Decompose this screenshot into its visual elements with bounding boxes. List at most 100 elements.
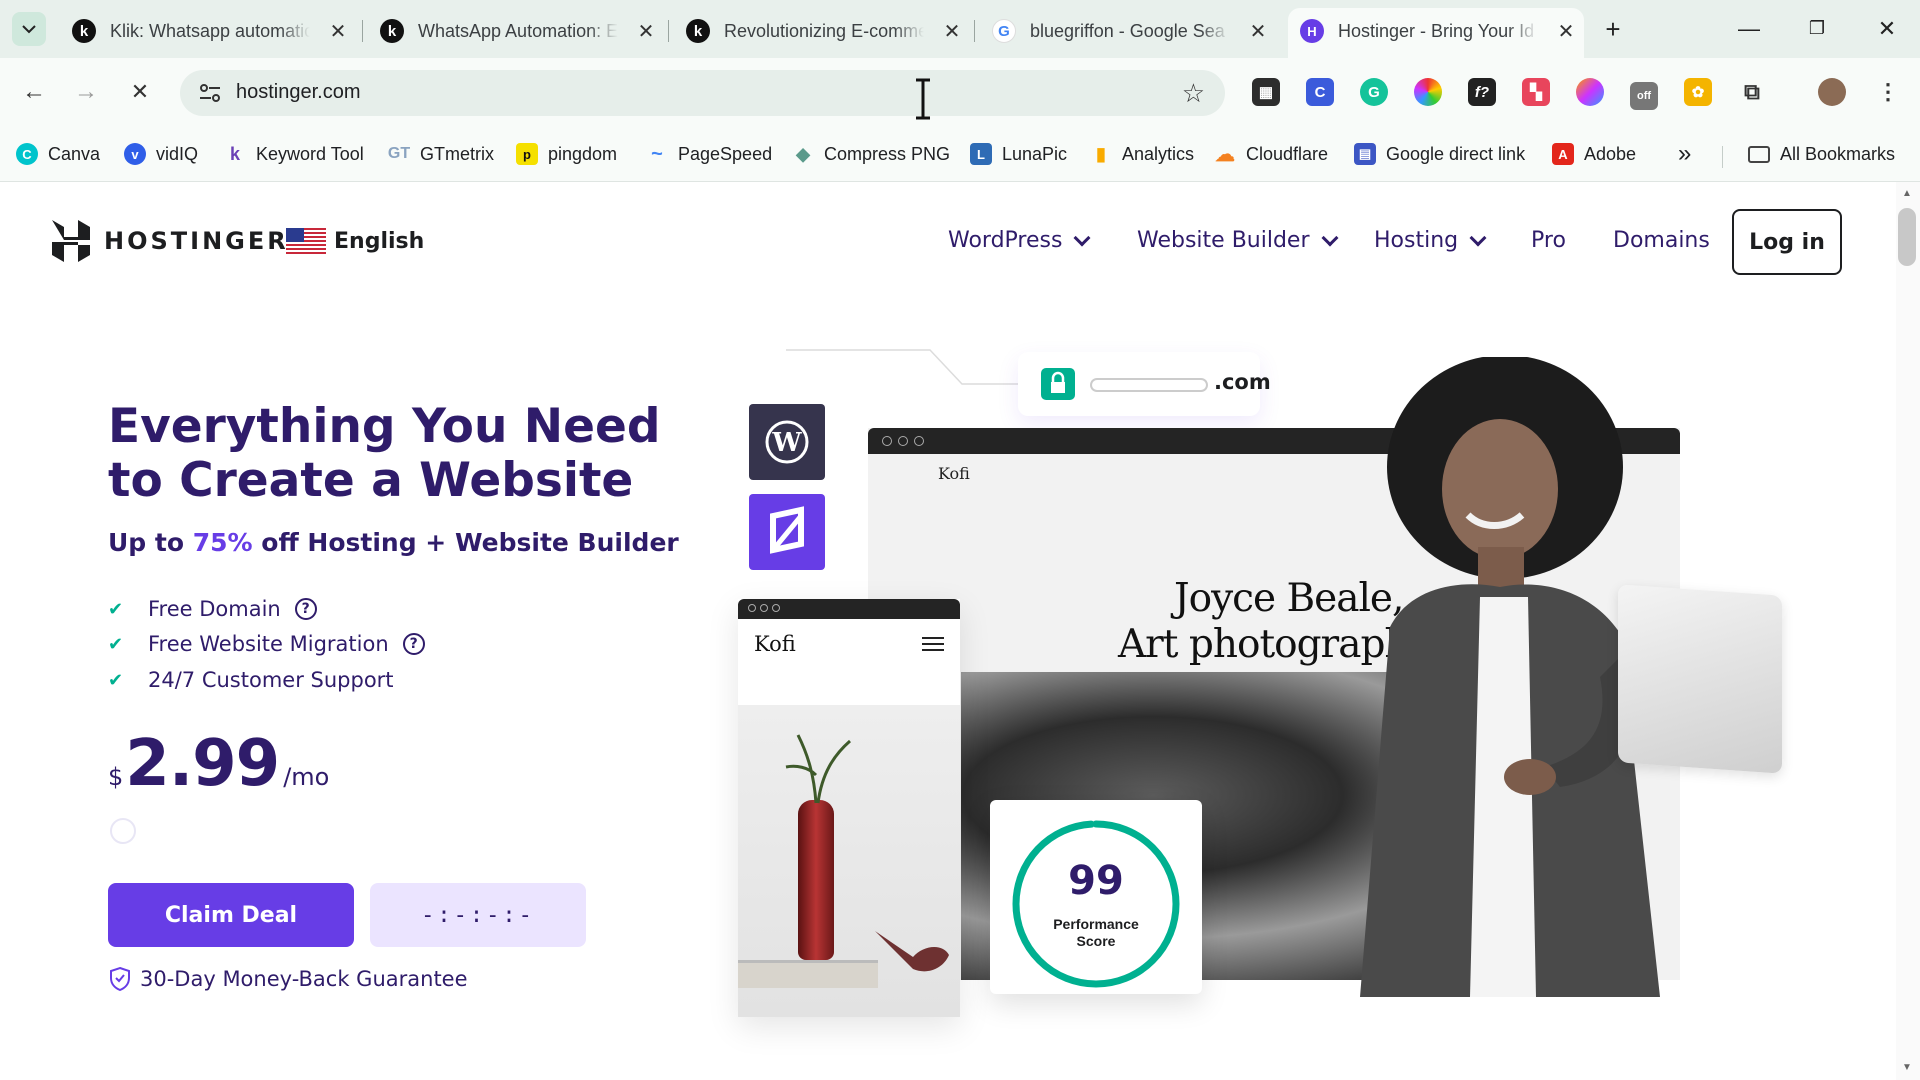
extension-off-icon[interactable]: off (1630, 82, 1658, 110)
help-icon[interactable]: ? (294, 598, 317, 620)
close-icon[interactable]: ✕ (1556, 19, 1576, 44)
bookmark-vidiq[interactable]: v vidIQ (124, 140, 198, 168)
tab-title: WhatsApp Automation: E (418, 20, 618, 41)
grammarly-icon[interactable]: G (1360, 78, 1388, 106)
cloudflare-icon: ☁ (1215, 143, 1235, 166)
restore-button[interactable]: ❐ (1802, 18, 1832, 39)
bookmark-label: Compress PNG (824, 143, 951, 164)
help-icon[interactable]: ? (402, 633, 425, 655)
bookmark-adobe[interactable]: A Adobe (1552, 140, 1636, 168)
nav-website-builder[interactable]: Website Builder (1137, 228, 1338, 253)
pingdom-icon: p (516, 143, 538, 165)
extension-icon[interactable]: ▦ (1252, 78, 1280, 106)
bookmark-google-direct-link[interactable]: ▤ Google direct link (1354, 140, 1525, 168)
bookmark-gtmetrix[interactable]: GT GTmetrix (388, 140, 494, 168)
nav-hosting[interactable]: Hosting (1374, 228, 1487, 253)
bookmark-keyword-tool[interactable]: k Keyword Tool (224, 140, 364, 168)
canva-icon: C (16, 143, 38, 165)
close-icon[interactable]: ✕ (1248, 19, 1268, 44)
tab-title: Revolutionizing E-comme (724, 20, 924, 41)
wordpress-logo-icon: W (749, 404, 825, 480)
mockup-brand: Kofi (754, 632, 796, 656)
font-finder-icon[interactable]: f? (1468, 78, 1496, 106)
extension-icon[interactable]: ▚ (1522, 78, 1550, 106)
browser-menu-icon[interactable]: ⋮ (1874, 78, 1902, 106)
bookmark-pagespeed[interactable]: ~ PageSpeed (646, 140, 772, 168)
extension-icon[interactable]: ✿ (1684, 78, 1712, 106)
nav-label: WordPress (948, 228, 1063, 253)
nav-label: Hosting (1374, 228, 1459, 253)
page-scrollbar[interactable]: ▲ ▼ (1896, 182, 1920, 1080)
nav-label: Domains (1613, 228, 1710, 253)
bookmark-cloudflare[interactable]: ☁ Cloudflare (1214, 140, 1328, 168)
mockup-brand: Kofi (938, 464, 970, 483)
loading-spinner-icon (110, 818, 136, 844)
klik-favicon-icon: k (686, 19, 710, 43)
scrollbar-thumb[interactable] (1898, 208, 1916, 266)
minimize-button[interactable]: — (1734, 16, 1764, 42)
tab-3[interactable]: k Revolutionizing E-comme ✕ (686, 12, 962, 50)
hostinger-logo-icon (52, 220, 90, 262)
chevron-down-icon (22, 25, 36, 34)
color-picker-icon[interactable] (1414, 78, 1442, 106)
new-tab-button[interactable]: + (1598, 14, 1628, 45)
subtitle-text: off Hosting + Website Builder (252, 528, 679, 557)
domain-tld: .com (1214, 370, 1271, 394)
bookmark-label: Adobe (1584, 143, 1637, 164)
profile-avatar[interactable] (1818, 78, 1846, 106)
site-info-icon[interactable] (198, 82, 222, 104)
bookmark-star-icon[interactable]: ☆ (1182, 78, 1205, 109)
login-button[interactable]: Log in (1732, 209, 1842, 275)
performance-label: Performance Score (1053, 916, 1139, 949)
price-amount: 2.99 (125, 727, 280, 801)
adobe-icon: A (1552, 143, 1574, 165)
nav-pro[interactable]: Pro (1531, 228, 1566, 253)
feature-item: ✔ Free Domain ? (108, 597, 317, 621)
tab-5-active[interactable]: H Hostinger - Bring Your Id ✕ (1300, 12, 1576, 50)
bookmark-pingdom[interactable]: p pingdom (516, 140, 617, 168)
close-window-button[interactable]: ✕ (1872, 16, 1902, 42)
language-selector[interactable]: English (286, 228, 424, 254)
check-icon: ✔ (108, 669, 124, 691)
feature-item: ✔ 24/7 Customer Support (108, 668, 394, 692)
google-direct-link-icon: ▤ (1354, 143, 1376, 165)
countdown-timer: -:-:-:- (370, 883, 586, 947)
tab-1[interactable]: k Klik: Whatsapp automatic ✕ (72, 12, 348, 50)
claim-deal-button[interactable]: Claim Deal (108, 883, 354, 947)
klik-favicon-icon: k (380, 19, 404, 43)
address-bar[interactable]: hostinger.com ☆ (180, 70, 1225, 116)
back-button[interactable]: ← (16, 74, 52, 110)
extension-icon[interactable]: C (1306, 78, 1334, 106)
nav-wordpress[interactable]: WordPress (948, 228, 1091, 253)
close-icon[interactable]: ✕ (942, 19, 962, 44)
bookmark-compress-png[interactable]: ◆ Compress PNG (792, 140, 950, 168)
nav-label: Website Builder (1137, 228, 1310, 253)
all-bookmarks-button[interactable]: All Bookmarks (1748, 140, 1895, 168)
extensions-puzzle-icon[interactable]: ⧉ (1738, 78, 1766, 106)
mobile-website-mockup: Kofi (738, 599, 960, 1017)
vidiq-icon: v (124, 143, 146, 165)
browser-toolbar: ← → ✕ hostinger.com ☆ ▦ C G f? ▚ off ✿ ⧉… (0, 58, 1920, 130)
close-icon[interactable]: ✕ (328, 19, 348, 44)
nav-domains[interactable]: Domains (1613, 228, 1710, 253)
check-icon: ✔ (108, 598, 124, 620)
forward-button[interactable]: → (68, 74, 104, 110)
bookmark-analytics[interactable]: ▮ Analytics (1090, 140, 1194, 168)
bookmark-canva[interactable]: C Canva (16, 140, 100, 168)
tab-4[interactable]: G bluegriffon - Google Sea ✕ (992, 12, 1268, 50)
price-currency: $ (108, 763, 124, 791)
bookmark-lunapic[interactable]: L LunaPic (970, 140, 1067, 168)
tab-2[interactable]: k WhatsApp Automation: E ✕ (380, 12, 656, 50)
close-icon[interactable]: ✕ (636, 19, 656, 44)
domain-input-placeholder (1090, 378, 1208, 392)
performance-score-card: 99 Performance Score (990, 800, 1202, 994)
hostinger-logo[interactable]: HOSTINGER (52, 220, 289, 262)
more-bookmarks-button[interactable]: » (1678, 140, 1691, 168)
money-back-guarantee: 30-Day Money-Back Guarantee (108, 966, 468, 992)
extension-icon[interactable] (1576, 78, 1604, 106)
url-text[interactable]: hostinger.com (236, 81, 361, 104)
bookmark-label: Analytics (1122, 143, 1195, 164)
stop-loading-button[interactable]: ✕ (122, 74, 158, 110)
bookmark-label: Cloudflare (1246, 143, 1329, 164)
tab-search-button[interactable] (12, 12, 46, 46)
